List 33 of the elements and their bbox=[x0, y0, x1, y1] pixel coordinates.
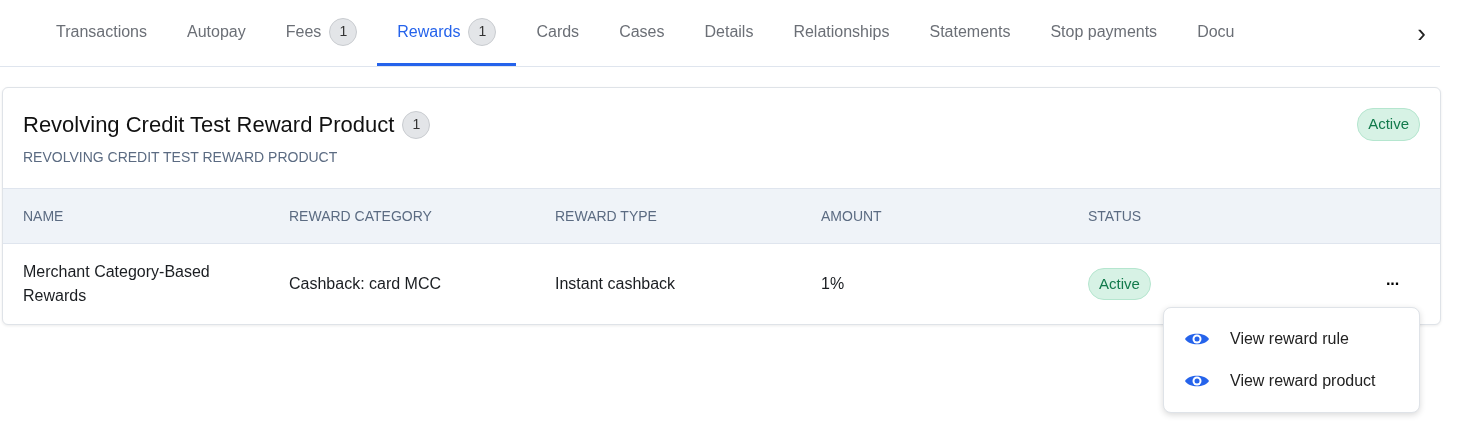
more-button[interactable]: ··· bbox=[1380, 271, 1405, 297]
count-badge: 1 bbox=[402, 110, 431, 139]
count-badge: 1 bbox=[329, 17, 358, 46]
table-cell-text: 1% bbox=[821, 274, 846, 294]
tab[interactable]: Statements bbox=[909, 0, 1031, 66]
scroll-right-button[interactable]: › bbox=[1413, 0, 1440, 66]
status-badge: Active bbox=[1357, 108, 1420, 141]
card-title: Revolving Credit Test Reward Product bbox=[23, 111, 395, 139]
column-header: AMOUNT bbox=[821, 206, 883, 226]
menu-item[interactable]: View reward rule bbox=[1164, 318, 1419, 360]
table-cell-text: Merchant Category-Based Rewards bbox=[23, 262, 211, 306]
column-header: STATUS bbox=[1088, 206, 1143, 226]
tab[interactable]: Details bbox=[684, 0, 774, 66]
tab[interactable]: Relationships bbox=[773, 0, 910, 66]
eye-icon bbox=[1184, 331, 1210, 347]
count-badge: 1 bbox=[468, 17, 497, 46]
column-header: NAME bbox=[23, 206, 65, 226]
column-header: REWARD TYPE bbox=[555, 206, 658, 226]
table-cell-text: Instant cashback bbox=[555, 274, 677, 294]
menu-item[interactable]: View reward product bbox=[1164, 360, 1419, 402]
tab[interactable]: Autopay bbox=[167, 0, 266, 66]
tab[interactable]: Stop payments bbox=[1030, 0, 1178, 66]
column-header: REWARD CATEGORY bbox=[289, 206, 433, 226]
eye-icon bbox=[1184, 373, 1210, 389]
tab[interactable]: Fees 1 bbox=[265, 0, 378, 66]
table-cell-text: Cashback: card MCC bbox=[289, 274, 443, 294]
tab[interactable]: Docu bbox=[1177, 0, 1255, 66]
tab[interactable]: Cards bbox=[516, 0, 600, 66]
tab[interactable]: Cases bbox=[599, 0, 685, 66]
tab[interactable]: Rewards 1 bbox=[377, 0, 517, 66]
status-badge: Active bbox=[1088, 267, 1151, 301]
card-subtitle: REVOLVING CREDIT TEST REWARD PRODUCT bbox=[23, 148, 339, 167]
tab[interactable]: Transactions bbox=[36, 0, 167, 66]
